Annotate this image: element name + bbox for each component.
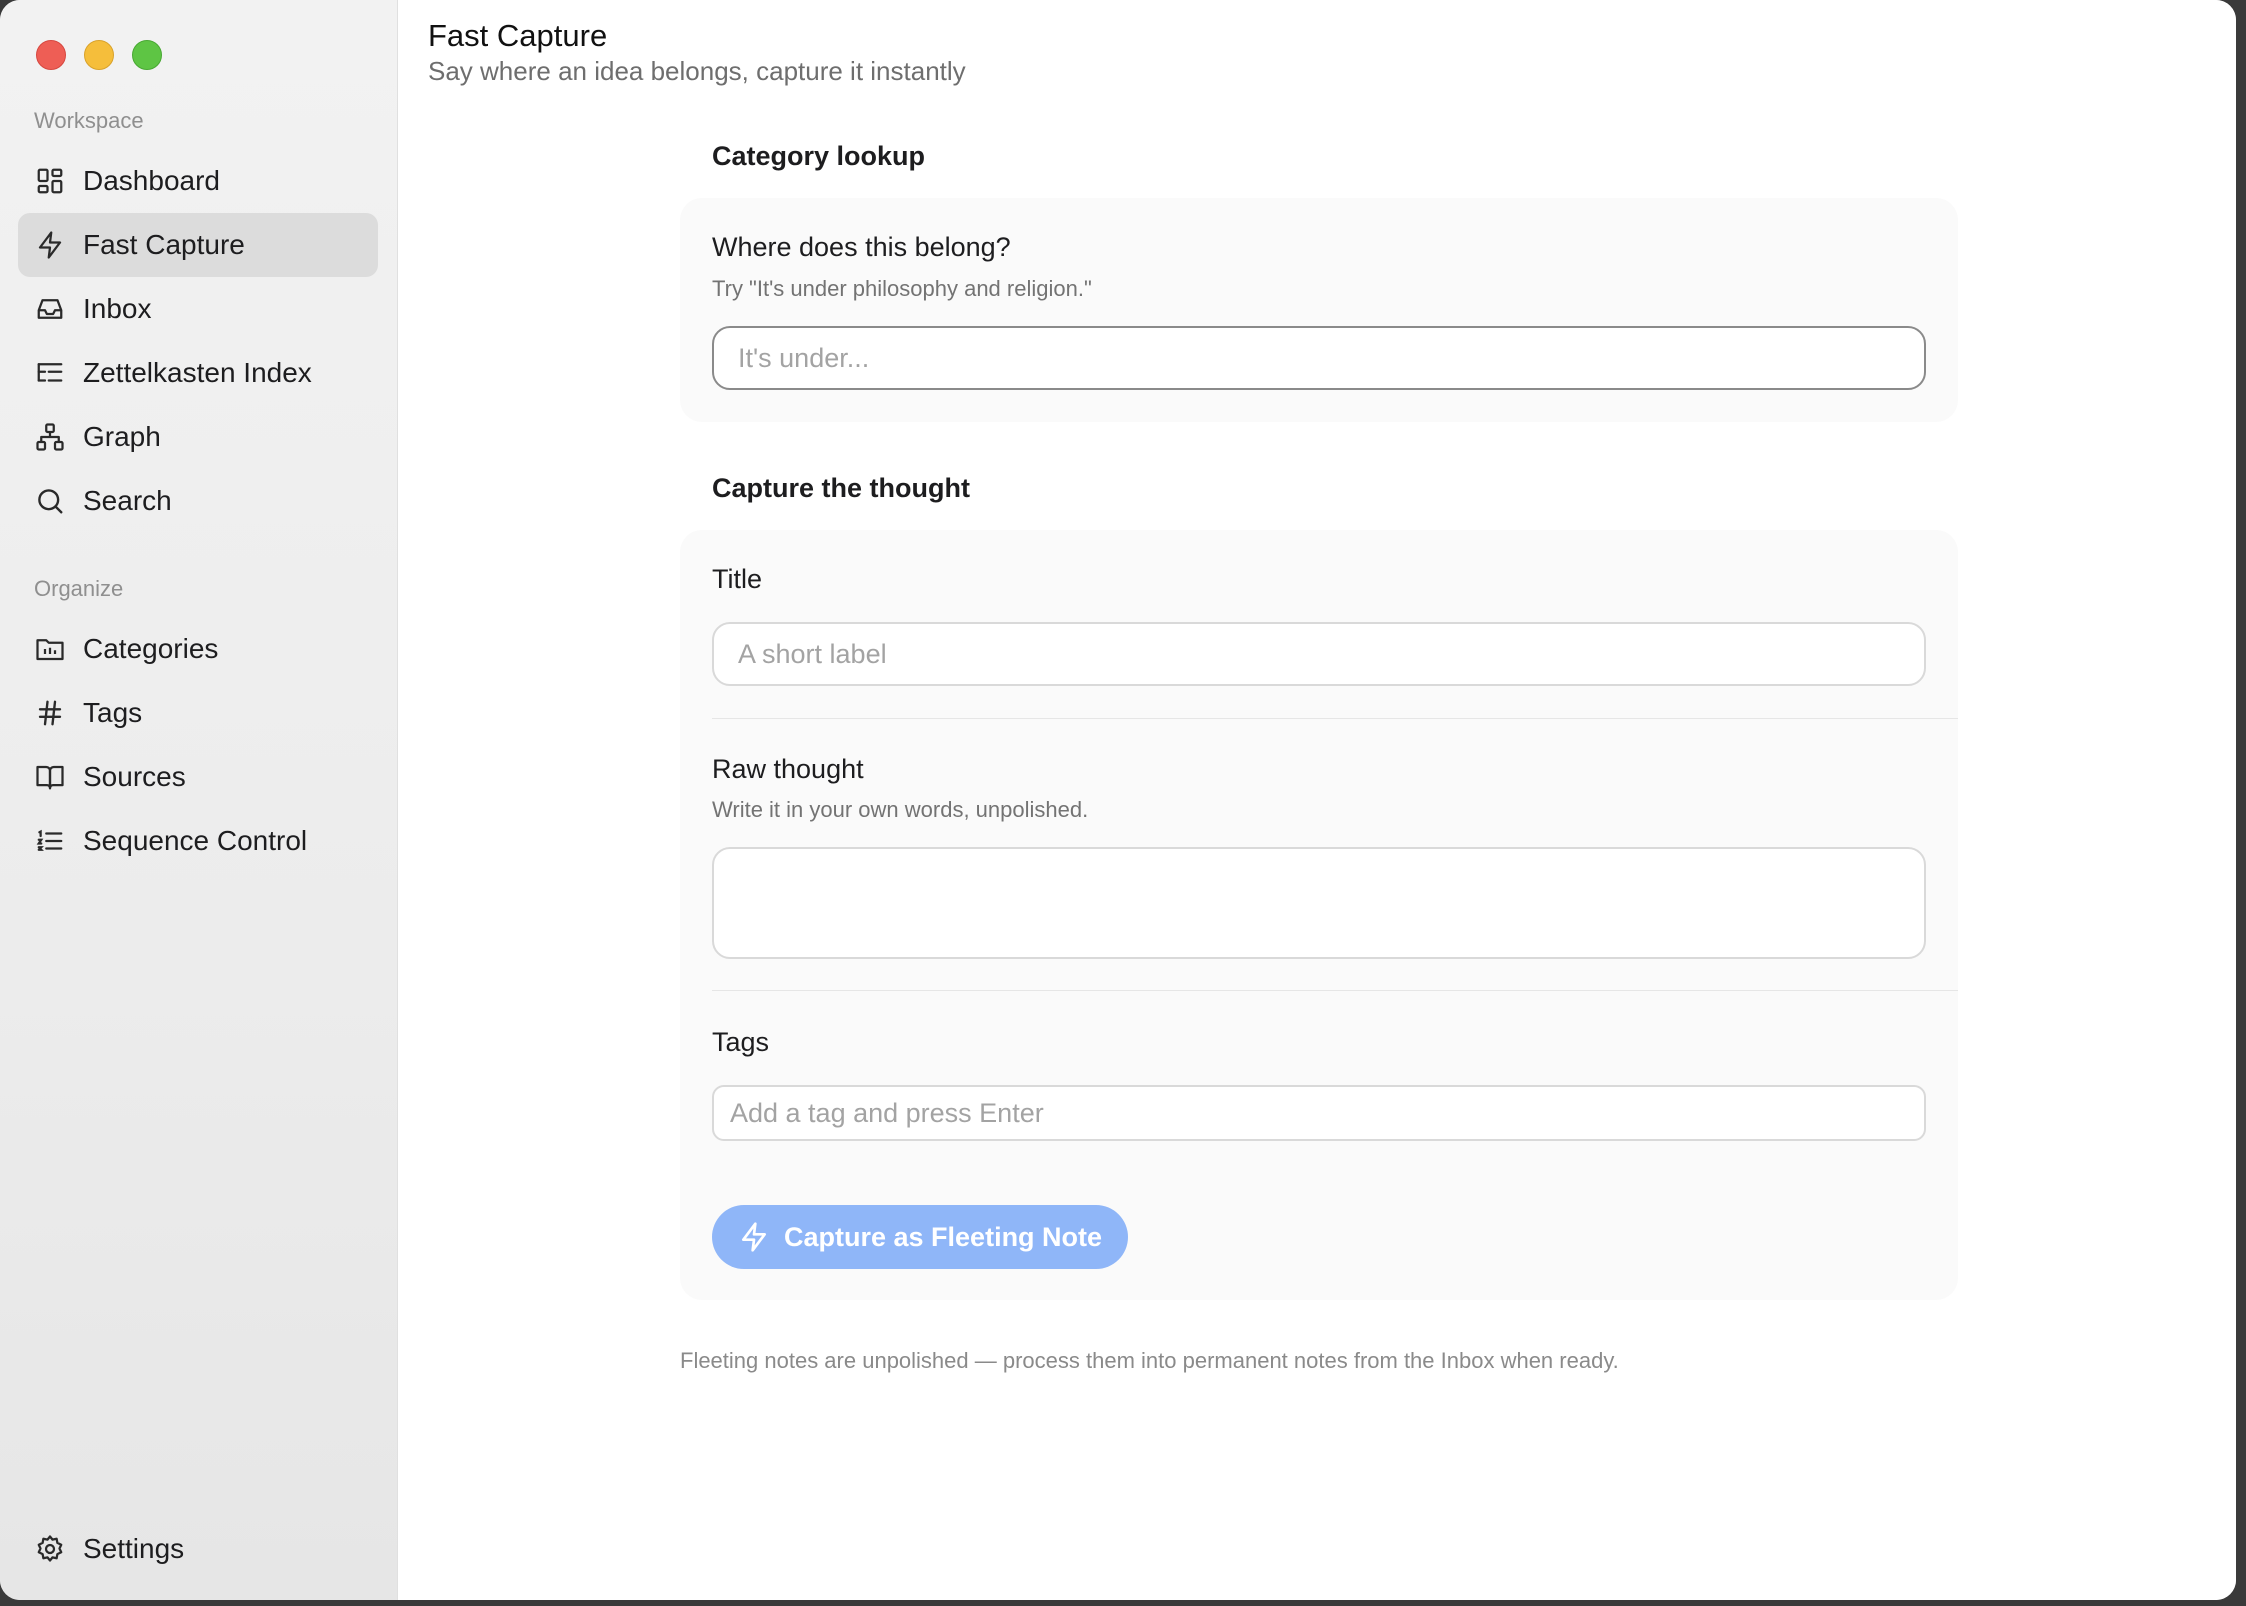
graph-icon <box>34 421 66 453</box>
page-title: Fast Capture <box>428 18 608 53</box>
sidebar-item-label: Fast Capture <box>83 229 245 260</box>
main-content: Fast Capture Say where an idea belongs, … <box>398 0 2236 1600</box>
section-label-workspace: Workspace <box>34 108 144 133</box>
sidebar-item-graph[interactable]: Graph <box>18 405 378 469</box>
tags-input[interactable] <box>712 1085 1926 1141</box>
raw-thought-textarea[interactable] <box>712 847 1926 959</box>
hash-icon <box>34 697 66 729</box>
sidebar-item-search[interactable]: Search <box>18 469 378 533</box>
window-controls <box>36 40 162 70</box>
tags-field-label: Tags <box>712 1027 770 1057</box>
gear-icon <box>34 1533 66 1565</box>
sidebar-item-label: Tags <box>83 697 143 728</box>
category-question-label: Where does this belong? <box>712 232 1011 262</box>
sidebar-item-label: Graph <box>83 421 161 452</box>
sidebar-item-zettelkasten-index[interactable]: Zettelkasten Index <box>18 341 378 405</box>
capture-heading: Capture the thought <box>712 473 970 503</box>
sidebar-item-inbox[interactable]: Inbox <box>18 277 378 341</box>
sidebar-item-label: Zettelkasten Index <box>83 357 312 388</box>
sidebar-item-settings[interactable]: Settings <box>18 1517 378 1581</box>
capture-fleeting-note-button[interactable]: Capture as Fleeting Note <box>712 1205 1129 1269</box>
category-hint: Try "It's under philosophy and religion.… <box>712 276 1092 301</box>
capture-card: Title Raw thought Write it in your own w… <box>680 530 1958 1300</box>
bolt-icon <box>738 1221 770 1253</box>
bolt-icon <box>34 229 66 261</box>
field-divider <box>712 718 1958 719</box>
sidebar-item-sequence-control[interactable]: Sequence Control <box>18 809 378 873</box>
section-label-organize: Organize <box>34 576 124 601</box>
sidebar-item-label: Inbox <box>83 293 152 324</box>
numbered-list-icon <box>34 825 66 857</box>
dashboard-icon <box>34 165 66 197</box>
sidebar-item-sources[interactable]: Sources <box>18 745 378 809</box>
book-icon <box>34 761 66 793</box>
sidebar-item-categories[interactable]: Categories <box>18 617 378 681</box>
sidebar-item-label: Categories <box>83 633 219 664</box>
sidebar-item-label: Sequence Control <box>83 825 308 856</box>
field-divider <box>712 990 1958 991</box>
category-lookup-heading: Category lookup <box>712 141 926 171</box>
close-window-button[interactable] <box>36 40 66 70</box>
sidebar-item-dashboard[interactable]: Dashboard <box>18 149 378 213</box>
zoom-window-button[interactable] <box>132 40 162 70</box>
app-window: Workspace Dashboard Fast Capture Inbox Z… <box>0 0 2236 1600</box>
sidebar: Workspace Dashboard Fast Capture Inbox Z… <box>0 0 398 1600</box>
index-list-icon <box>34 357 66 389</box>
title-field-label: Title <box>712 564 763 594</box>
raw-thought-label: Raw thought <box>712 754 864 784</box>
sidebar-item-label: Settings <box>83 1533 185 1564</box>
sidebar-item-tags[interactable]: Tags <box>18 681 378 745</box>
page-subtitle: Say where an idea belongs, capture it in… <box>428 56 966 86</box>
footnote-text: Fleeting notes are unpolished — process … <box>680 1348 1619 1373</box>
sidebar-item-label: Dashboard <box>83 165 220 196</box>
sidebar-item-fast-capture[interactable]: Fast Capture <box>18 213 378 277</box>
title-input[interactable] <box>712 622 1926 686</box>
inbox-icon <box>34 293 66 325</box>
raw-thought-hint: Write it in your own words, unpolished. <box>712 797 1089 822</box>
sidebar-item-label: Search <box>83 485 172 516</box>
category-input[interactable] <box>712 326 1926 390</box>
category-lookup-card: Where does this belong? Try "It's under … <box>680 198 1958 422</box>
search-icon <box>34 485 66 517</box>
minimize-window-button[interactable] <box>84 40 114 70</box>
capture-button-label: Capture as Fleeting Note <box>784 1221 1103 1252</box>
folder-icon <box>34 633 66 665</box>
sidebar-item-label: Sources <box>83 761 186 792</box>
